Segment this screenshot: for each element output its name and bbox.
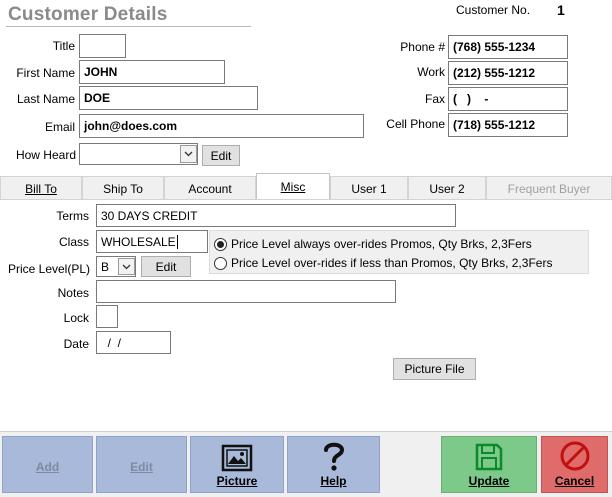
add-button-label: Add — [35, 460, 60, 474]
update-button[interactable]: Update — [441, 436, 537, 493]
update-button-label: Update — [468, 474, 510, 488]
last-name-field[interactable]: DOE — [79, 86, 258, 110]
picture-file-button[interactable]: Picture File — [393, 358, 476, 380]
tab-misc[interactable]: Misc — [256, 173, 330, 200]
tab-label: Bill To — [25, 181, 57, 196]
tab-label: User 1 — [351, 181, 387, 196]
no-entry-icon — [560, 441, 589, 471]
tab-divider — [0, 199, 612, 200]
picture-icon — [221, 444, 253, 472]
floppy-disk-icon — [475, 443, 503, 471]
how-heard-label: How Heard — [15, 148, 76, 162]
price-level-dropdown-button[interactable] — [118, 258, 135, 275]
radio-always-label: Price Level always over-rides Promos, Qt… — [231, 237, 532, 251]
chevron-down-icon — [122, 264, 131, 269]
title-underline — [6, 26, 251, 27]
notes-label: Notes — [57, 286, 89, 300]
lock-label: Lock — [63, 311, 89, 325]
cancel-button-label: Cancel — [554, 474, 595, 488]
picture-button[interactable]: Picture — [190, 436, 284, 493]
how-heard-dropdown-button[interactable] — [180, 145, 197, 163]
tab-bill-to[interactable]: Bill To — [0, 176, 82, 200]
edit-button-label: Edit — [130, 460, 153, 474]
title-field[interactable] — [79, 34, 126, 58]
price-level-label: Price Level(PL) — [7, 262, 90, 276]
date-label: Date — [63, 337, 89, 351]
tab-user-2[interactable]: User 2 — [408, 176, 486, 200]
price-level-options: Price Level always over-rides Promos, Qt… — [209, 230, 589, 274]
email-label: Email — [44, 120, 75, 134]
work-label: Work — [417, 65, 445, 79]
radio-button[interactable] — [214, 256, 227, 270]
text-cursor — [176, 234, 178, 249]
fax-label: Fax — [424, 92, 445, 106]
tab-label: Frequent Buyer — [507, 181, 591, 196]
tab-frequent-buyer[interactable]: Frequent Buyer — [486, 176, 612, 200]
picture-button-label: Picture — [216, 474, 258, 488]
class-field-value: WHOLESALE — [101, 234, 176, 249]
how-heard-edit-button[interactable]: Edit — [202, 145, 240, 166]
help-button-label: Help — [320, 474, 347, 488]
cell-phone-label: Cell Phone — [386, 117, 445, 131]
edit-button[interactable]: Edit — [96, 436, 187, 493]
tab-user-1[interactable]: User 1 — [330, 176, 408, 200]
terms-field[interactable]: 30 DAYS CREDIT — [96, 204, 456, 227]
radio-if-less-label: Price Level over-rides if less than Prom… — [231, 256, 553, 270]
help-button[interactable]: Help — [287, 436, 380, 493]
radio-always-overrides[interactable]: Price Level always over-rides Promos, Qt… — [214, 237, 532, 251]
tab-label: Ship To — [103, 181, 143, 196]
tab-account[interactable]: Account — [164, 176, 256, 200]
customer-no-value: 1 — [557, 2, 565, 18]
lock-field[interactable] — [96, 305, 118, 328]
radio-overrides-if-less[interactable]: Price Level over-rides if less than Prom… — [214, 256, 552, 270]
tab-bar: Bill To Ship To Account Misc User 1 User… — [0, 173, 612, 200]
price-level-edit-button[interactable]: Edit — [141, 256, 191, 277]
email-field[interactable]: john@does.com — [79, 114, 364, 138]
first-name-field[interactable]: JOHN — [79, 60, 225, 84]
phone-field[interactable]: (768) 555-1234 — [448, 35, 568, 59]
first-name-label: First Name — [16, 66, 75, 80]
tab-label: Misc — [280, 180, 306, 194]
customer-no-label: Customer No. — [456, 3, 531, 17]
chevron-down-icon — [184, 151, 193, 157]
class-label: Class — [58, 235, 89, 249]
tab-ship-to[interactable]: Ship To — [82, 176, 164, 200]
cell-phone-field[interactable]: (718) 555-1212 — [448, 113, 568, 137]
class-field[interactable]: WHOLESALE — [96, 230, 208, 253]
notes-field[interactable] — [96, 280, 396, 303]
cancel-button[interactable]: Cancel — [541, 436, 608, 493]
tab-label: User 2 — [429, 181, 465, 196]
last-name-label: Last Name — [16, 92, 75, 106]
terms-label: Terms — [56, 209, 89, 223]
tab-label: Account — [188, 181, 232, 196]
question-mark-icon — [323, 442, 344, 471]
add-button[interactable]: Add — [2, 436, 93, 493]
title-label: Title — [52, 39, 75, 53]
work-field[interactable]: (212) 555-1212 — [448, 61, 568, 85]
date-field[interactable]: / / — [96, 331, 171, 354]
radio-button-selected[interactable] — [214, 237, 227, 251]
fax-field[interactable]: ( ) - — [448, 87, 568, 111]
radio-dot — [217, 240, 224, 248]
phone-label: Phone # — [400, 40, 445, 54]
page-title: Customer Details — [8, 4, 168, 25]
